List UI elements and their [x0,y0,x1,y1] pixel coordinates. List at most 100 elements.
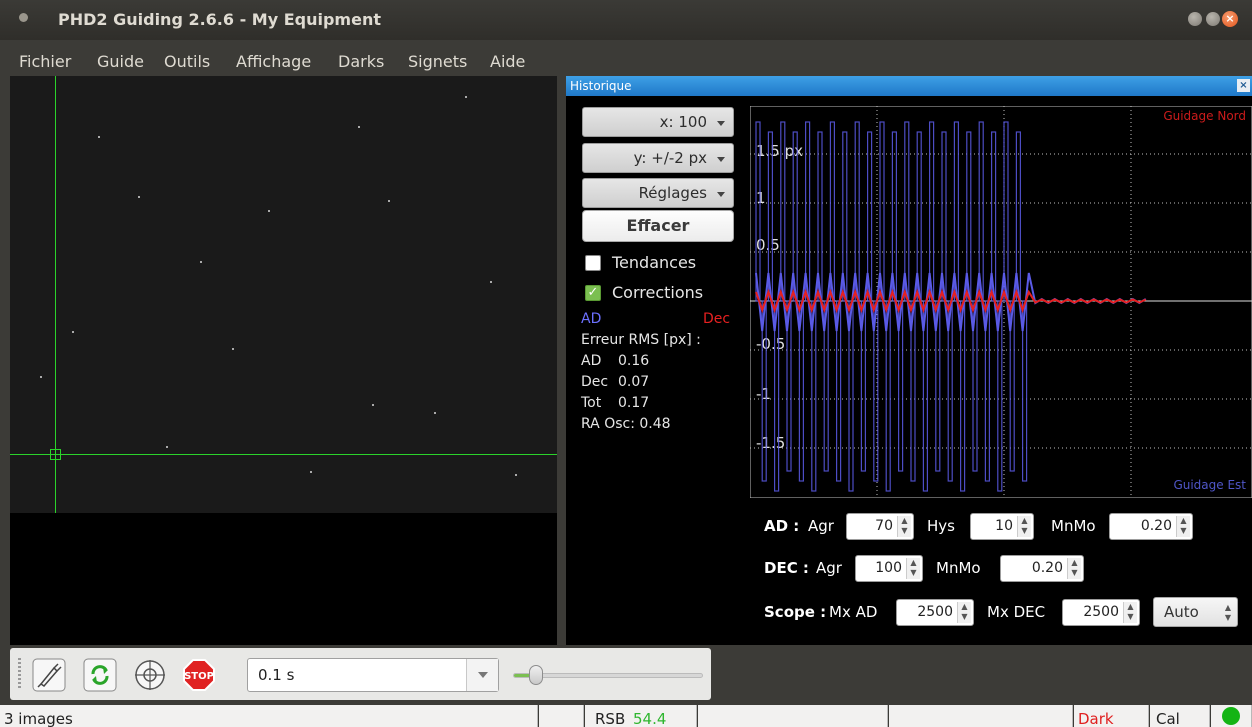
exposure-duration-combo[interactable]: 0.1 s [247,658,499,692]
y-tick-label: 1 [756,189,766,207]
menu-darks[interactable]: Darks [338,52,384,71]
connection-status-icon [1222,707,1240,725]
dec-aggression-value: 100 [875,560,902,576]
star [138,196,140,198]
rms-title: Erreur RMS [px] : [581,332,701,348]
star [465,96,467,98]
dec-aggression-spinner[interactable]: 100 ▲ ▼ [855,555,923,582]
settings-dropdown[interactable]: Réglages [582,178,734,208]
ra-min-move-spinner[interactable]: 0.20 ▲ ▼ [1109,513,1193,540]
clear-button[interactable]: Effacer [582,210,734,242]
gamma-slider-handle[interactable] [529,665,543,685]
stat-dec-value: 0.07 [618,374,650,390]
spinner-arrows-icon[interactable]: ▲ ▼ [1017,516,1031,537]
guide-history-plot[interactable]: 1.5 px 1 0.5 -0.5 -1 -1.5 Guidage Nord G… [750,106,1252,498]
stop-button[interactable]: STOP [182,658,216,692]
menu-guide[interactable]: Guide [97,52,144,71]
corrections-checkbox[interactable]: ✓ [585,285,601,301]
dec-min-move-value: 0.20 [1031,560,1063,576]
y-tick-label: -1 [756,385,771,403]
east-guide-label: Guidage Est [1173,478,1246,492]
spinner-arrows-icon[interactable]: ▲ ▼ [897,516,911,537]
dark-indicator: Dark [1078,710,1114,727]
pane-splitter[interactable] [557,76,566,645]
menu-tools[interactable]: Outils [164,52,210,71]
menu-file[interactable]: Fichier [19,52,71,71]
status-cell-dark: Dark [1074,705,1149,727]
max-ra-duration-value: 2500 [917,604,953,620]
status-cell-cal: Cal [1150,705,1210,727]
status-cell-blank [698,705,888,727]
max-ra-duration-spinner[interactable]: 2500 ▲ ▼ [896,599,974,626]
ra-aggression-spinner[interactable]: 70 ▲ ▼ [846,513,914,540]
spinner-arrows-icon[interactable]: ▲ ▼ [1176,516,1190,537]
exposure-dropdown-button[interactable] [466,659,498,691]
star [310,471,312,473]
loop-icon [83,658,117,692]
plug-icon [32,658,66,692]
corrections-label: Corrections [612,283,704,302]
status-cell-blank [539,705,584,727]
maximize-button[interactable] [1206,12,1220,26]
star [166,446,168,448]
trends-label: Tendances [612,253,697,272]
toolbar-grip[interactable] [18,658,21,690]
dec-agr-label: Agr [816,559,842,577]
menu-help[interactable]: Aide [490,52,525,71]
spinner-arrows-icon[interactable]: ▲ ▼ [906,558,920,579]
equipment-button[interactable] [32,658,66,692]
loop-button[interactable] [83,658,117,692]
menu-bar: Fichier Guide Outils Affichage Darks Sig… [0,40,1252,76]
settings-label: Réglages [638,184,707,202]
ra-hysteresis-spinner[interactable]: 10 ▲ ▼ [970,513,1034,540]
stat-total-value: 0.17 [618,395,650,411]
guide-button[interactable] [133,658,167,692]
toolbar-strip: STOP 0.1 s [10,648,711,700]
spinner-arrows-icon[interactable]: ▲ ▼ [1067,558,1081,579]
chevron-down-icon [717,121,725,126]
camera-view[interactable] [10,76,557,513]
y-tick-label: -1.5 [756,434,785,452]
stat-ra-label: AD [581,353,602,369]
stat-ra-value: 0.16 [618,353,650,369]
ra-section-label: AD : [764,517,800,535]
check-icon: ✓ [587,285,599,300]
camera-empty-area [10,513,557,645]
ra-agr-label: Agr [808,517,834,535]
y-scale-dropdown[interactable]: y: +/-2 px [582,143,734,173]
spinner-arrows-icon[interactable]: ▲ ▼ [957,602,971,623]
menu-bookmarks[interactable]: Signets [408,52,467,71]
scope-section-label: Scope : [764,603,827,621]
ra-mnmo-label: MnMo [1051,517,1096,535]
graph-title: Historique [570,79,632,93]
max-dec-duration-value: 2500 [1083,604,1119,620]
max-dec-label: Mx DEC [987,603,1046,621]
dec-guide-mode-select[interactable]: Auto ▲ ▼ [1153,597,1238,627]
spinner-arrows-icon[interactable]: ▲ ▼ [1123,602,1137,623]
star [40,376,42,378]
snr-value: 54.4 [633,710,667,727]
target-icon [135,660,165,690]
star [268,210,270,212]
menu-view[interactable]: Affichage [236,52,311,71]
graph-close-button[interactable]: × [1237,79,1250,92]
dec-min-move-spinner[interactable]: 0.20 ▲ ▼ [1000,555,1084,582]
crosshair-horizontal [10,454,557,455]
calibration-indicator: Cal [1156,710,1180,727]
max-ra-label: Mx AD [829,603,878,621]
minimize-button[interactable] [1188,12,1202,26]
close-window-button[interactable]: × [1222,11,1238,27]
trends-checkbox[interactable] [585,255,601,271]
x-scale-dropdown[interactable]: x: 100 [582,107,734,137]
y-tick-label: 1.5 px [756,142,803,160]
y-tick-label: -0.5 [756,335,785,353]
north-guide-label: Guidage Nord [1163,109,1246,123]
guide-star-box [50,449,61,460]
left-frame [0,76,10,645]
status-cell-snr: RSB 54.4 [585,705,697,727]
legend-dec: Dec [703,311,731,327]
stop-icon: STOP [183,659,215,691]
ra-oscillation: RA Osc: 0.48 [581,416,671,432]
max-dec-duration-spinner[interactable]: 2500 ▲ ▼ [1062,599,1140,626]
chevron-down-icon [478,672,488,678]
